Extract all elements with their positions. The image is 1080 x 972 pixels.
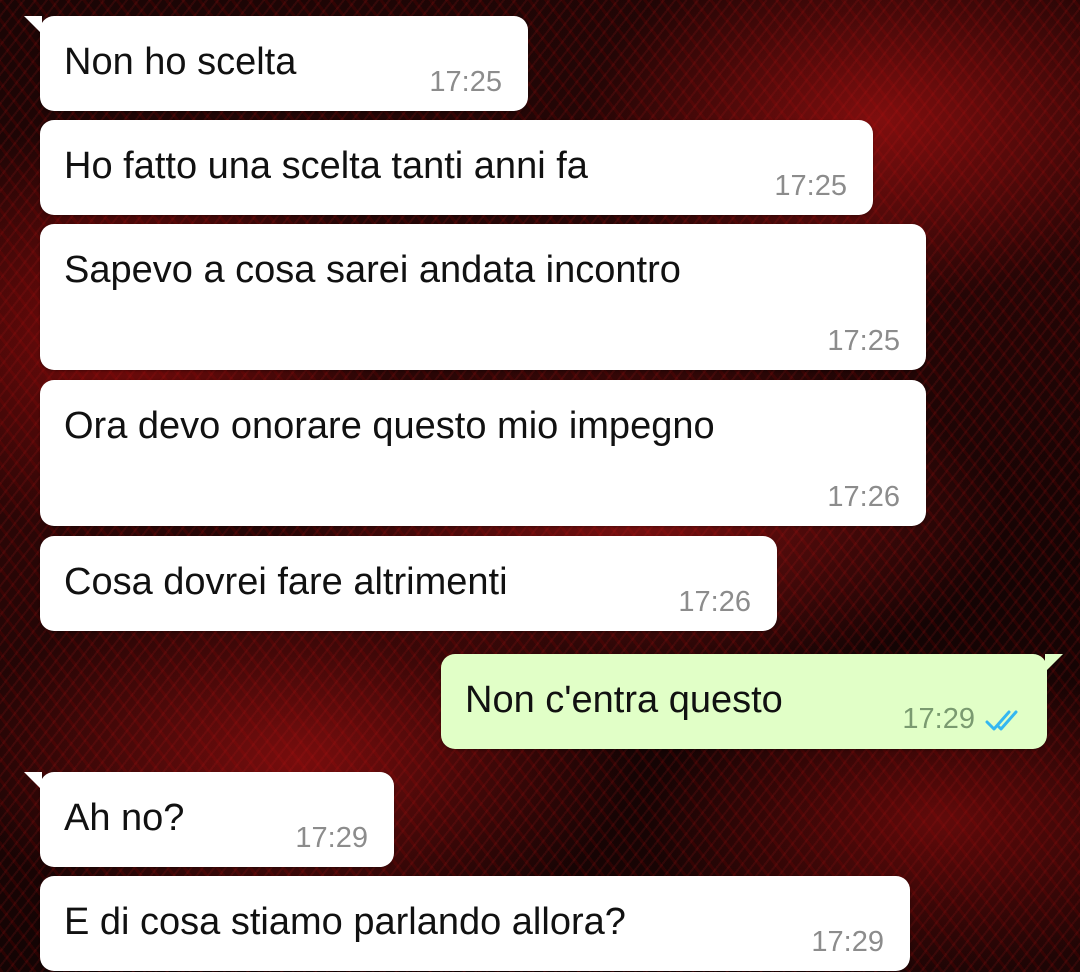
message-text: Ho fatto una scelta tanti anni fa xyxy=(64,145,588,187)
double-check-read-icon xyxy=(985,710,1018,731)
message-text: E di cosa stiamo parlando allora? xyxy=(64,901,626,943)
message-text: Non ho scelta xyxy=(64,41,297,83)
message-bubble-incoming[interactable]: E di cosa stiamo parlando allora? 17:29 xyxy=(40,876,910,971)
message-bubble-incoming[interactable]: Cosa dovrei fare altrimenti 17:26 xyxy=(40,536,777,631)
message-text: Ora devo onorare questo mio impegno xyxy=(64,405,715,447)
message-timestamp: 17:29 xyxy=(295,822,368,854)
message-text: Non c'entra questo xyxy=(465,679,783,721)
message-bubble-incoming[interactable]: Ah no? 17:29 xyxy=(24,772,394,867)
message-timestamp: 17:26 xyxy=(678,586,751,618)
message-bubble-incoming[interactable]: Ho fatto una scelta tanti anni fa 17:25 xyxy=(40,120,873,215)
message-bubble-incoming[interactable]: Ora devo onorare questo mio impegno 17:2… xyxy=(40,380,926,526)
message-bubble-incoming[interactable]: Sapevo a cosa sarei andata incontro 17:2… xyxy=(40,224,926,370)
message-bubble-outgoing[interactable]: Non c'entra questo 17:29 xyxy=(441,654,1063,749)
message-timestamp-with-status: 17:29 xyxy=(902,704,1025,735)
message-text: Cosa dovrei fare altrimenti xyxy=(64,561,508,603)
message-bubble-incoming[interactable]: Non ho scelta 17:25 xyxy=(24,16,528,111)
message-text: Sapevo a cosa sarei andata incontro xyxy=(64,249,681,291)
message-timestamp: 17:25 xyxy=(827,325,900,357)
message-timestamp: 17:29 xyxy=(811,926,884,958)
message-timestamp: 17:26 xyxy=(827,481,900,513)
message-timestamp: 17:25 xyxy=(429,66,502,98)
message-text: Ah no? xyxy=(64,797,185,839)
message-timestamp: 17:25 xyxy=(774,170,847,202)
message-timestamp: 17:29 xyxy=(902,702,975,735)
